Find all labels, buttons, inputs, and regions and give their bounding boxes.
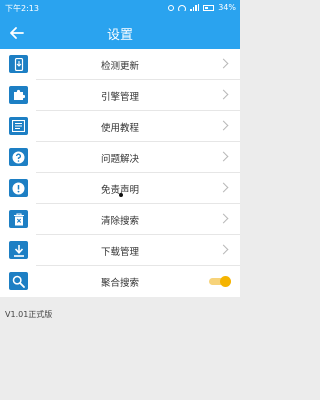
update-icon — [9, 55, 28, 73]
chevron-right-icon — [218, 151, 229, 162]
help-icon — [9, 148, 28, 166]
touch-indicator — [119, 193, 123, 197]
status-time: 下午2:13 — [5, 4, 39, 13]
aggregate-search-toggle[interactable] — [209, 276, 231, 287]
menu-item-label: 引擎管理 — [100, 92, 139, 103]
chevron-right-icon — [218, 89, 229, 100]
menu-item-check-update[interactable]: 检测更新 — [0, 49, 240, 80]
menu-item-download-manage[interactable]: 下载管理 — [0, 235, 240, 266]
chevron-right-icon — [218, 58, 229, 69]
menu-item-troubleshoot[interactable]: 问题解决 — [0, 142, 240, 173]
menu-item-label: 问题解决 — [100, 154, 139, 165]
menu-item-label: 使用教程 — [100, 123, 139, 134]
chevron-right-icon — [218, 213, 229, 224]
menu-item-label: 检测更新 — [100, 61, 139, 72]
battery-percent: 34% — [218, 3, 236, 12]
page-title: 设置 — [106, 28, 133, 43]
menu-item-tutorial[interactable]: 使用教程 — [0, 111, 240, 142]
menu-item-aggregate-search[interactable]: 聚合搜索 — [0, 266, 240, 297]
menu-item-engine-manage[interactable]: 引擎管理 — [0, 80, 240, 111]
chevron-right-icon — [218, 244, 229, 255]
search-icon — [9, 272, 28, 290]
menu-item-disclaimer[interactable]: 免责声明 — [0, 173, 240, 204]
wifi-icon — [178, 4, 187, 11]
document-icon — [9, 117, 28, 135]
signal-icon — [190, 4, 200, 11]
settings-list: 检测更新 引擎管理 使用教程 问题解决 免责声明 清除搜索 下载管理 聚合搜索 — [0, 49, 240, 297]
status-icons: 34% — [168, 3, 236, 12]
download-icon — [9, 241, 28, 259]
alarm-icon — [168, 4, 175, 11]
app-bar: 设置 — [0, 16, 240, 49]
menu-item-label: 下载管理 — [100, 247, 139, 258]
alert-icon — [9, 179, 28, 197]
menu-item-label: 聚合搜索 — [100, 278, 139, 289]
status-bar: 下午2:13 34% — [0, 0, 240, 16]
menu-item-label: 清除搜索 — [100, 216, 139, 227]
version-label: V1.01正式版 — [5, 310, 53, 319]
toggle-thumb — [220, 276, 231, 287]
chevron-right-icon — [218, 182, 229, 193]
chevron-right-icon — [218, 120, 229, 131]
menu-item-clear-search[interactable]: 清除搜索 — [0, 204, 240, 235]
puzzle-icon — [9, 86, 28, 104]
trash-icon — [9, 210, 28, 228]
battery-icon — [203, 4, 215, 11]
